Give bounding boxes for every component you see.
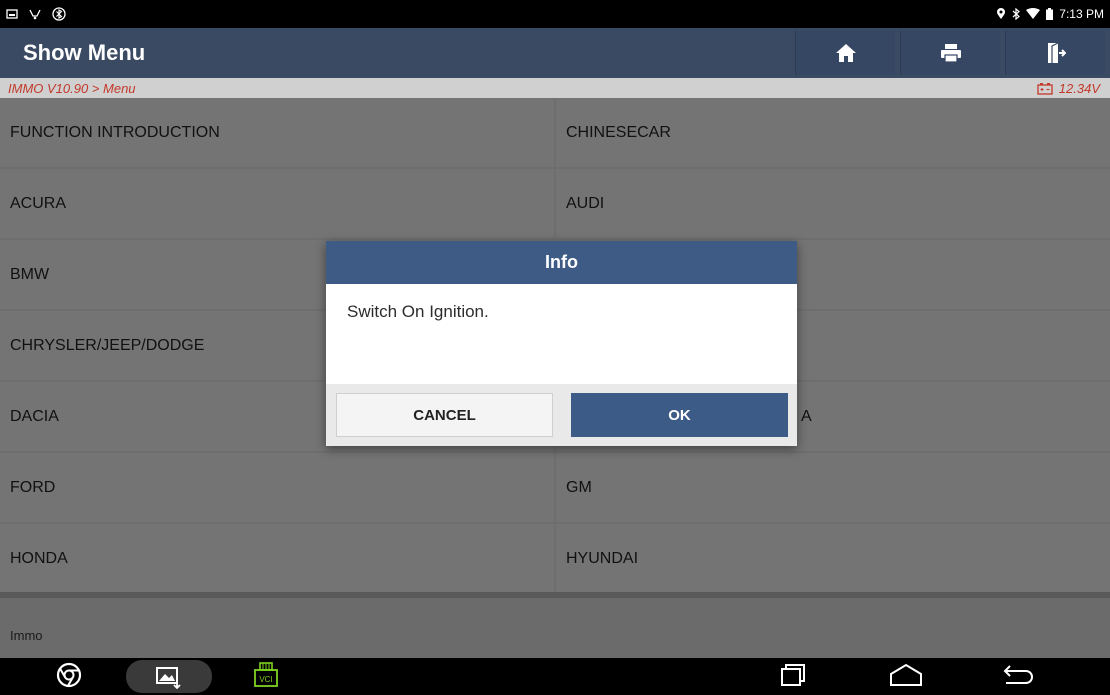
home-icon bbox=[835, 44, 856, 62]
breadcrumb: IMMO V10.90 > Menu 12.34V bbox=[0, 78, 1110, 98]
gallery-icon bbox=[156, 666, 181, 689]
menu-item-label: HYUNDAI bbox=[566, 549, 639, 567]
home-outline-icon bbox=[890, 663, 922, 686]
vci-label: VCI bbox=[259, 675, 272, 684]
dialog-footer: CANCEL OK bbox=[326, 384, 797, 446]
exit-icon bbox=[1047, 42, 1066, 63]
breadcrumb-path: IMMO V10.90 > Menu bbox=[8, 80, 136, 96]
ok-button[interactable]: OK bbox=[571, 393, 788, 437]
menu-item[interactable]: AUDI bbox=[556, 169, 1110, 238]
menu-item-label: BMW bbox=[10, 265, 50, 283]
wifi-icon bbox=[1026, 8, 1041, 19]
footer-panel: Immo bbox=[0, 592, 1110, 658]
car-battery-icon bbox=[1037, 82, 1053, 95]
back-button[interactable] bbox=[1000, 661, 1034, 689]
chrome-icon bbox=[56, 662, 82, 688]
battery-icon bbox=[1046, 8, 1054, 20]
menu-item[interactable]: CHINESECAR bbox=[556, 98, 1110, 167]
page-title: Show Menu bbox=[23, 40, 146, 65]
status-time: 7:13 PM bbox=[1059, 7, 1104, 21]
voltage-indicator: 12.34V bbox=[1037, 81, 1100, 96]
bluetooth-circle-icon bbox=[52, 7, 66, 21]
menu-item-label: AUDI bbox=[566, 194, 605, 212]
status-bar: 7:13 PM bbox=[0, 0, 1110, 28]
menu-item-label: CHINESECAR bbox=[566, 123, 671, 141]
menu-item-label: GM bbox=[566, 478, 592, 496]
menu-item[interactable]: FUNCTION INTRODUCTION bbox=[0, 98, 554, 167]
usb-icon bbox=[29, 9, 41, 20]
app-header: Show Menu bbox=[0, 28, 1110, 78]
notification-icon bbox=[6, 9, 18, 19]
vci-button[interactable]: VCI bbox=[253, 661, 279, 689]
menu-item-label: CHRYSLER/JEEP/DODGE bbox=[10, 336, 205, 354]
menu-item[interactable]: FORD bbox=[0, 453, 554, 522]
menu-item[interactable]: ACURA bbox=[0, 169, 554, 238]
browser-button[interactable] bbox=[55, 661, 83, 689]
status-bar-right: 7:13 PM bbox=[996, 7, 1104, 21]
dialog-title: Info bbox=[326, 241, 797, 284]
home-nav-button[interactable] bbox=[888, 661, 924, 689]
exit-button[interactable] bbox=[1005, 31, 1105, 75]
bluetooth-icon bbox=[1012, 8, 1021, 20]
status-bar-left bbox=[6, 7, 66, 21]
dialog-message: Switch On Ignition. bbox=[347, 302, 489, 321]
menu-item-label: ACURA bbox=[10, 194, 67, 212]
cancel-button[interactable]: CANCEL bbox=[336, 393, 553, 437]
footer-label: Immo bbox=[10, 628, 43, 643]
menu-item-label: A bbox=[801, 407, 812, 425]
recent-apps-icon bbox=[781, 664, 805, 686]
printer-icon bbox=[940, 44, 961, 63]
menu-item-label: FUNCTION INTRODUCTION bbox=[10, 123, 220, 141]
system-nav-bar: VCI bbox=[0, 658, 1110, 695]
voltage-value: 12.34V bbox=[1058, 80, 1100, 96]
menu-item[interactable]: HONDA bbox=[0, 524, 554, 592]
gallery-button[interactable] bbox=[126, 660, 212, 693]
vci-icon: VCI bbox=[254, 662, 278, 687]
menu-item[interactable]: HYUNDAI bbox=[556, 524, 1110, 592]
menu-item-label: DACIA bbox=[10, 407, 59, 425]
home-button[interactable] bbox=[795, 31, 895, 75]
back-icon bbox=[1003, 665, 1033, 684]
menu-item[interactable]: GM bbox=[556, 453, 1110, 522]
info-dialog: Info Switch On Ignition. CANCEL OK bbox=[326, 241, 797, 446]
location-icon bbox=[997, 8, 1006, 19]
menu-item-label: HONDA bbox=[10, 549, 68, 567]
menu-item-label: FORD bbox=[10, 478, 56, 496]
recent-apps-button[interactable] bbox=[778, 661, 806, 689]
print-button[interactable] bbox=[900, 31, 1000, 75]
